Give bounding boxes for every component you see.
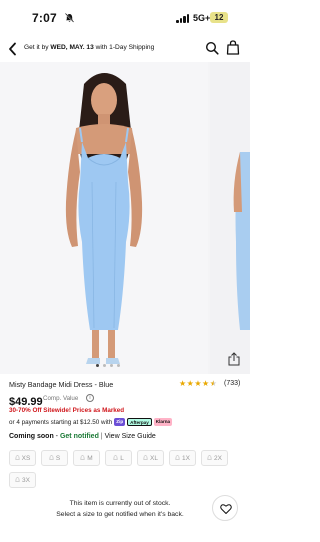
carousel-dot[interactable] bbox=[103, 364, 106, 367]
star-icon: ★ bbox=[194, 379, 202, 388]
product-image-carousel[interactable] bbox=[0, 62, 250, 374]
bell-icon bbox=[14, 455, 20, 460]
size-guide-link[interactable]: View Size Guide bbox=[105, 433, 156, 440]
size-label: M bbox=[87, 454, 93, 462]
half-star-icon: ★ bbox=[209, 379, 217, 388]
product-title: Misty Bandage Midi Dress - Blue bbox=[9, 380, 114, 389]
info-icon[interactable]: i bbox=[86, 394, 94, 402]
get-notified-link[interactable]: Get notified bbox=[60, 433, 99, 440]
carousel-dots[interactable] bbox=[96, 364, 120, 368]
bell-icon bbox=[15, 477, 20, 482]
size-chip-3x[interactable]: 3X bbox=[9, 472, 36, 488]
klarna-badge[interactable]: Klarna bbox=[153, 418, 173, 426]
search-icon[interactable] bbox=[205, 41, 219, 55]
heart-icon bbox=[220, 504, 232, 514]
status-bar: 7:07 5G+ 12 bbox=[0, 0, 250, 36]
wishlist-button[interactable] bbox=[212, 495, 238, 521]
bell-icon bbox=[175, 455, 180, 460]
back-arrow-icon[interactable] bbox=[8, 42, 17, 56]
out-of-stock-line2: Select a size to get notified when it's … bbox=[56, 511, 184, 518]
bell-icon bbox=[48, 455, 54, 460]
comp-value-label: Comp. Value bbox=[43, 395, 79, 402]
size-chip-2x[interactable]: 2X bbox=[201, 450, 228, 466]
zip-badge[interactable]: Zip bbox=[114, 418, 126, 426]
separator: | bbox=[100, 433, 103, 440]
size-label: 2X bbox=[214, 454, 222, 462]
review-count[interactable]: (733) bbox=[224, 380, 240, 387]
next-product-photo[interactable] bbox=[210, 62, 250, 374]
product-title-row: Misty Bandage Midi Dress - Blue ★ ★ ★ ★ … bbox=[9, 379, 241, 391]
size-label: 1X bbox=[182, 454, 190, 462]
top-nav: Get it by WED, MAY. 13 with 1-Day Shippi… bbox=[0, 36, 250, 62]
out-of-stock-message: This item is currently out of stock. Sel… bbox=[30, 498, 210, 520]
star-icon: ★ bbox=[179, 379, 187, 388]
bell-icon bbox=[207, 455, 212, 460]
carousel-dot[interactable] bbox=[110, 364, 113, 367]
rating-stars[interactable]: ★ ★ ★ ★ ★ bbox=[179, 379, 217, 388]
shopping-bag-icon[interactable] bbox=[226, 40, 240, 55]
price-row: $49.99 Comp. Value i bbox=[9, 392, 94, 408]
size-label: S bbox=[55, 454, 61, 462]
shipping-date: WED, MAY. 13 bbox=[50, 44, 94, 51]
size-label: 3X bbox=[22, 476, 30, 484]
carousel-dot[interactable] bbox=[117, 364, 120, 367]
coming-soon-label: Coming soon bbox=[9, 433, 54, 440]
size-label: XS bbox=[21, 454, 31, 462]
bell-off-icon bbox=[65, 13, 74, 23]
star-icon: ★ bbox=[186, 379, 194, 388]
afterpay-badge[interactable]: Afterpay bbox=[127, 418, 152, 426]
signal-icon bbox=[176, 14, 190, 23]
size-label: XL bbox=[150, 454, 158, 462]
installments-row[interactable]: or 4 payments starting at $12.50 with Zi… bbox=[9, 418, 173, 426]
battery-icon: 12 bbox=[210, 12, 228, 23]
size-chip-xs[interactable]: XS bbox=[9, 450, 36, 466]
shipping-banner: Get it by WED, MAY. 13 with 1-Day Shippi… bbox=[24, 44, 154, 51]
size-chip-l[interactable]: L bbox=[105, 450, 132, 466]
size-label: L bbox=[120, 454, 124, 462]
shipping-prefix: Get it by bbox=[24, 44, 51, 51]
size-chip-m[interactable]: M bbox=[73, 450, 100, 466]
out-of-stock-line1: This item is currently out of stock. bbox=[69, 500, 171, 507]
product-photo[interactable] bbox=[0, 62, 208, 374]
bell-icon bbox=[143, 455, 148, 460]
size-chip-1x[interactable]: 1X bbox=[169, 450, 196, 466]
bell-icon bbox=[80, 455, 86, 460]
network-label: 5G+ bbox=[193, 13, 211, 23]
availability-row: Coming soon - Get notified | View Size G… bbox=[9, 433, 156, 440]
size-chip-s[interactable]: S bbox=[41, 450, 68, 466]
share-icon[interactable] bbox=[228, 352, 240, 366]
carousel-dot-active[interactable] bbox=[96, 364, 99, 367]
shipping-suffix: with 1-Day Shipping bbox=[93, 44, 155, 51]
installments-text: or 4 payments starting at $12.50 with bbox=[9, 418, 113, 426]
promo-text: 30-70% Off Sitewide! Prices as Marked bbox=[9, 407, 125, 414]
status-time: 7:07 bbox=[32, 11, 57, 25]
star-icon: ★ bbox=[202, 379, 210, 388]
size-chip-xl[interactable]: XL bbox=[137, 450, 164, 466]
bell-icon bbox=[113, 455, 119, 460]
